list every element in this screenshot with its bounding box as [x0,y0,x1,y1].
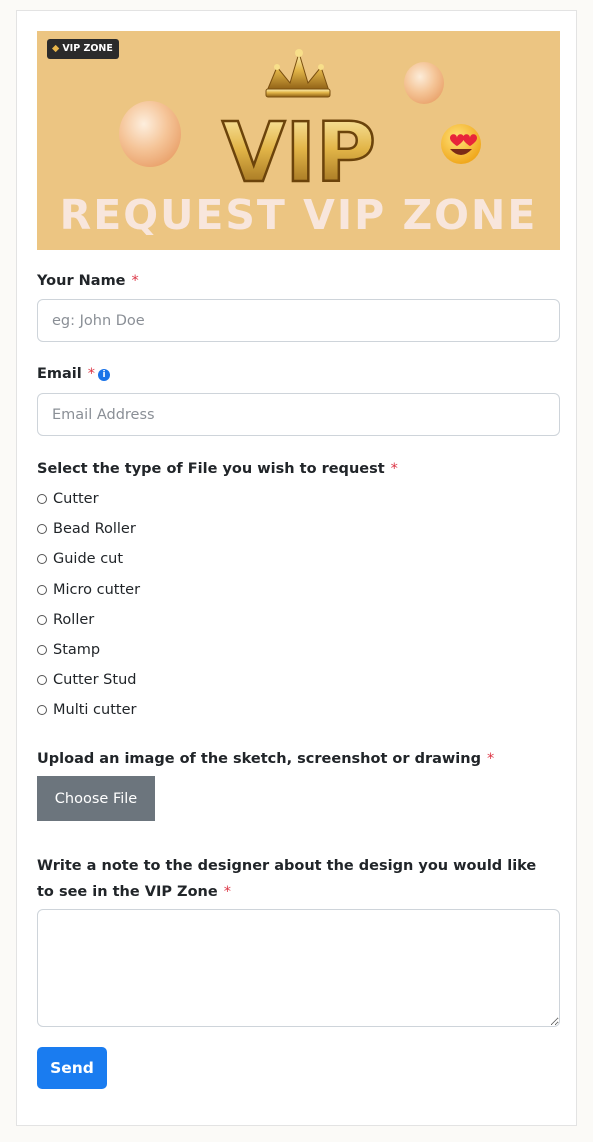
file-type-option-guide-cut[interactable]: Guide cut [37,549,123,569]
option-label: Multi cutter [53,702,137,718]
note-label-text: Write a note to the designer about the d… [37,858,537,900]
crown-icon [265,49,331,98]
file-type-option-multi-cutter[interactable]: Multi cutter [37,700,136,720]
name-label: Your Name * [37,273,139,289]
option-label: Roller [53,612,95,628]
send-button[interactable]: Send [37,1047,107,1089]
note-textarea[interactable] [37,909,560,1027]
file-type-option-bead-roller[interactable]: Bead Roller [37,519,136,539]
radio-button[interactable] [37,705,47,715]
file-type-required-marker: * [390,461,398,477]
note-required-marker: * [223,884,231,900]
file-type-option-micro-cutter[interactable]: Micro cutter [37,580,140,600]
option-label: Bead Roller [53,521,136,537]
name-label-text: Your Name [37,273,126,289]
email-label-text: Email [37,366,82,382]
upload-label-text: Upload an image of the sketch, screensho… [37,751,481,767]
vip-zone-badge: ◆ VIP ZONE [47,39,119,59]
file-type-option-cutter[interactable]: Cutter [37,489,99,509]
radio-button[interactable] [37,494,47,504]
vip-zone-badge-label: VIP ZONE [62,43,113,54]
radio-button[interactable] [37,675,47,685]
option-label: Cutter Stud [53,672,137,688]
info-icon[interactable]: i [98,369,110,381]
option-label: Guide cut [53,551,124,567]
radio-button[interactable] [37,645,47,655]
choose-file-button[interactable]: Choose File [37,776,155,821]
banner-title: REQUEST VIP ZONE [59,191,538,239]
file-type-label: Select the type of File you wish to requ… [37,461,398,477]
file-type-option-stamp[interactable]: Stamp [37,640,100,660]
option-label: Cutter [53,491,99,507]
radio-button[interactable] [37,554,47,564]
option-label: Micro cutter [53,582,141,598]
file-type-option-roller[interactable]: Roller [37,610,94,630]
balloon-left [119,101,181,167]
name-input[interactable] [37,299,560,342]
file-type-label-text: Select the type of File you wish to requ… [37,461,385,477]
email-required-marker: * [87,366,95,382]
vip-banner: VIP ◆ VIP ZONE REQUEST VIP ZONE [37,31,560,250]
balloon-right [404,62,444,104]
email-input[interactable] [37,393,560,436]
radio-button[interactable] [37,615,47,625]
heart-eyes-emoji-icon [441,124,481,164]
radio-button[interactable] [37,585,47,595]
name-required-marker: * [131,273,139,289]
upload-required-marker: * [486,751,495,767]
file-type-option-cutter-stud[interactable]: Cutter Stud [37,670,136,690]
note-label: Write a note to the designer about the d… [37,853,552,905]
vip-logo: VIP [222,106,376,201]
request-form-card: VIP ◆ VIP ZONE REQUEST VIP ZONE Your Name… [16,10,577,1126]
option-label: Stamp [53,642,101,658]
upload-label: Upload an image of the sketch, screensho… [37,751,494,767]
diamond-icon: ◆ [52,43,60,54]
email-label: Email * i [37,366,110,382]
radio-button[interactable] [37,524,47,534]
